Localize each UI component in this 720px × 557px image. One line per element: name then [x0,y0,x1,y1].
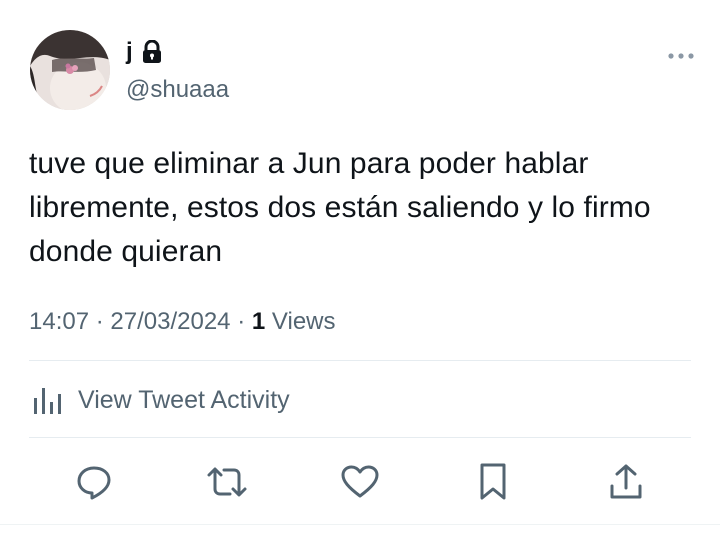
analytics-icon [34,388,61,414]
author-display-name[interactable]: j [126,38,133,66]
divider [29,360,691,361]
bottom-divider [0,524,720,525]
avatar-image [30,30,110,110]
meta-separator: · [237,308,246,335]
views-count: 1 [251,308,266,335]
bookmark-button[interactable] [471,458,515,506]
retweet-icon [207,467,247,497]
avatar[interactable] [30,30,110,110]
views-label: Views [271,308,336,335]
author-name-row: j [126,38,163,66]
like-button[interactable] [338,458,382,506]
tweet-meta: 14:07 · 27/03/2024 · 1 Views [29,306,336,338]
share-icon [610,464,642,499]
reply-icon [77,466,111,500]
retweet-button[interactable] [205,458,249,506]
tweet-time[interactable]: 14:07 [29,308,89,335]
share-button[interactable] [604,458,648,506]
lock-icon [142,40,161,63]
meta-separator: · [95,308,104,335]
tweet-date[interactable]: 27/03/2024 [110,308,230,335]
divider [29,437,691,438]
more-options-icon[interactable] [666,46,696,66]
view-tweet-activity-label: View Tweet Activity [78,385,290,414]
action-bar [0,458,720,506]
tweet-text: tuve que eliminar a Jun para poder habla… [29,147,651,268]
heart-icon [341,465,379,498]
reply-button[interactable] [72,458,116,506]
view-tweet-activity-button[interactable]: View Tweet Activity [32,380,290,420]
author-handle[interactable]: @shuaaa [126,76,229,104]
bookmark-icon [480,463,506,500]
